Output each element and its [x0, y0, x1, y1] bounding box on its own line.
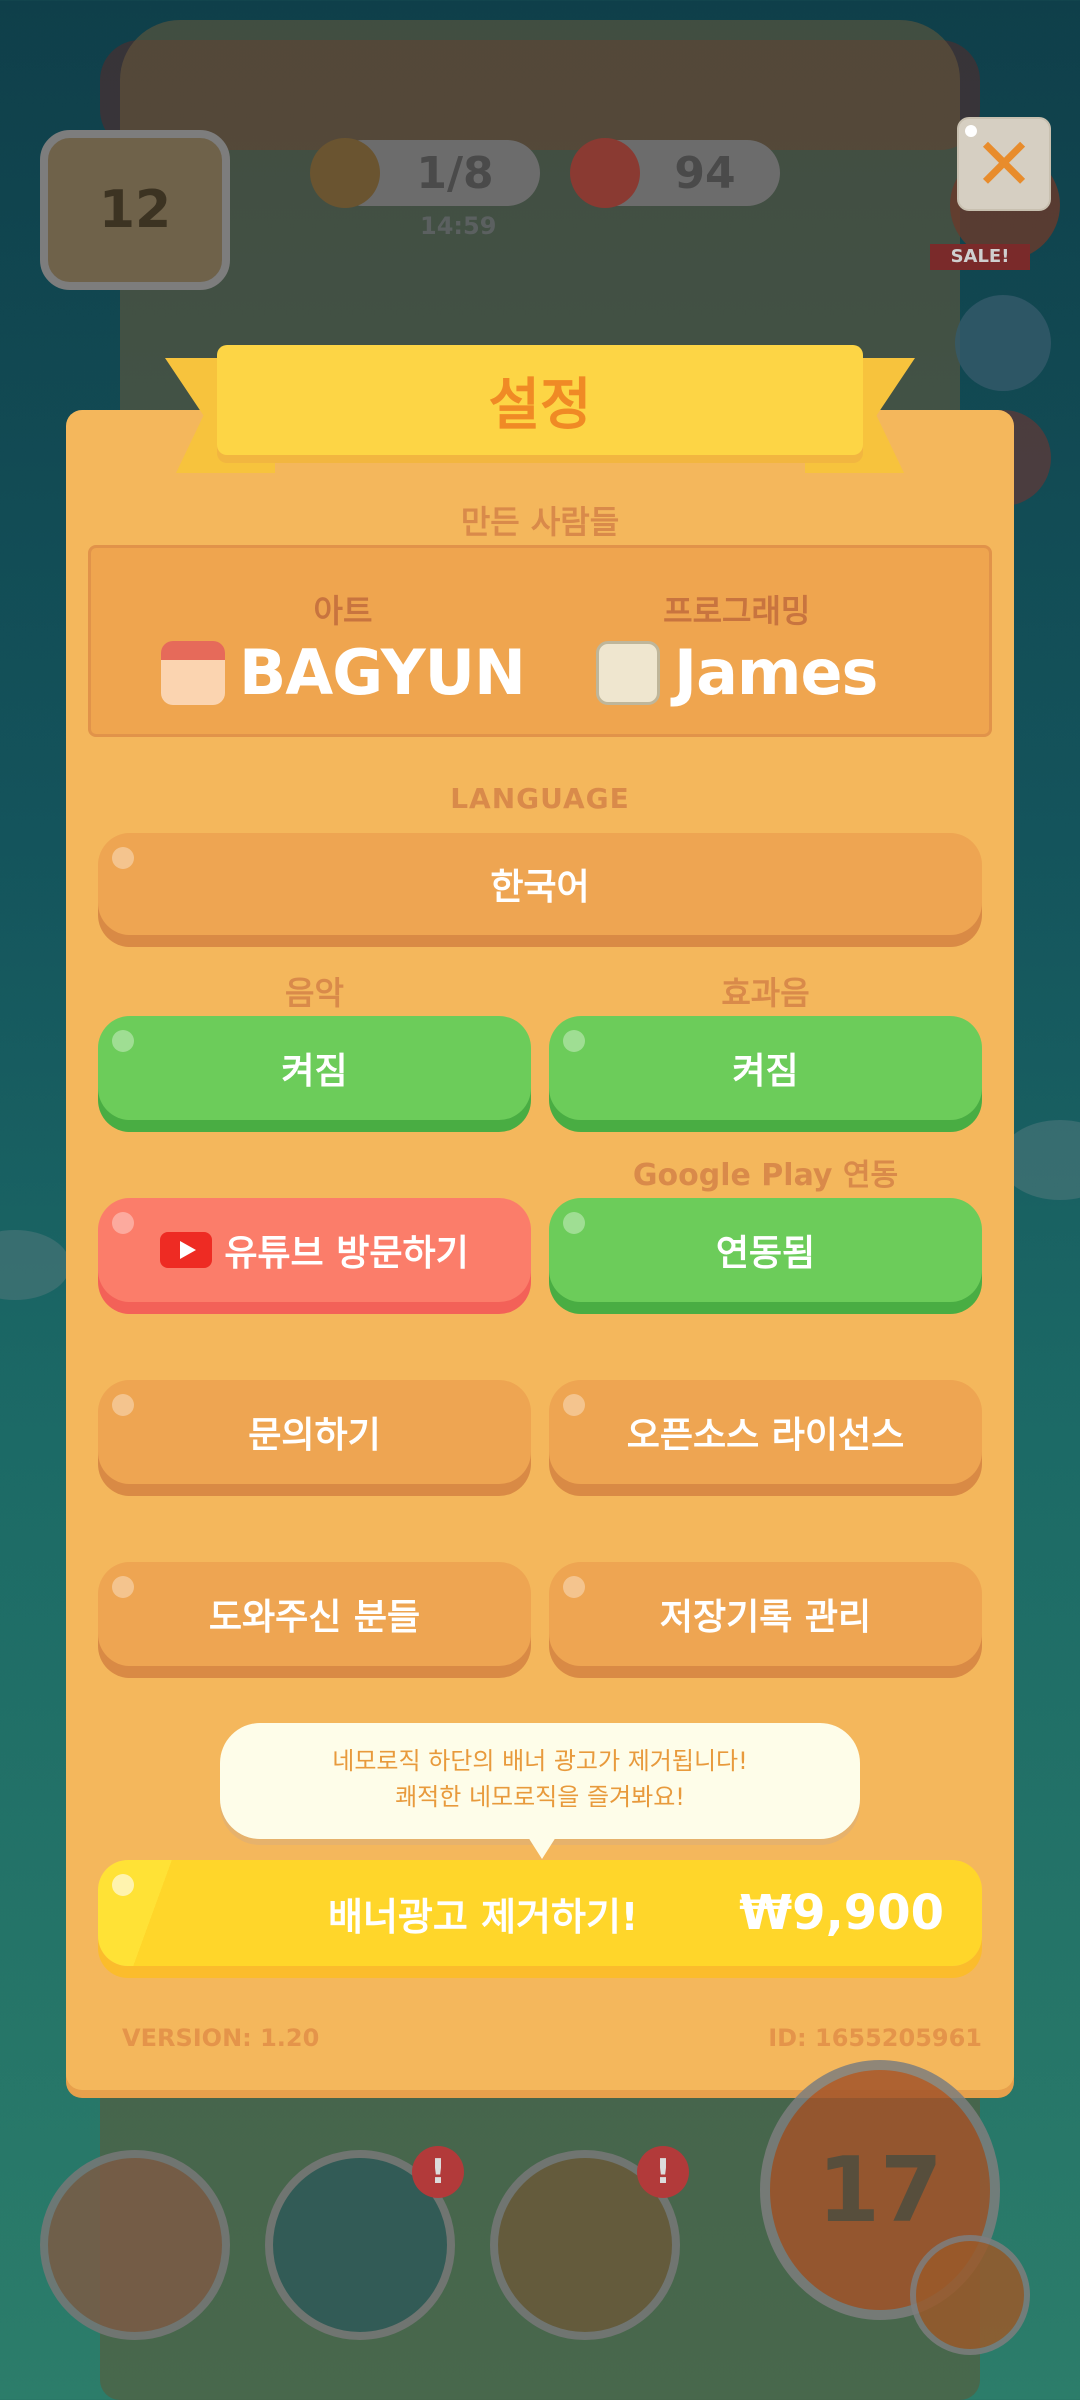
pencil-icon — [310, 138, 380, 208]
cat-icon[interactable] — [910, 2235, 1030, 2355]
credit-role: 프로그래밍 — [663, 592, 811, 630]
ad-removal-tooltip: 네모로직 하단의 배너 광고가 제거됩니다! 쾌적한 네모로직을 즐겨봐요! — [220, 1723, 860, 1859]
license-button-label: 오픈소스 라이선스 — [626, 1415, 905, 1456]
remove-ads-button[interactable]: 배너광고 제거하기! ₩9,900 — [98, 1860, 982, 1966]
house-level-icon[interactable]: 12 — [40, 130, 230, 290]
alert-badge: ! — [637, 2146, 689, 2198]
youtube-button[interactable]: 유튜브 방문하기 — [98, 1198, 531, 1302]
gameboy-avatar-icon — [596, 640, 660, 705]
google-play-button-label: 연동됨 — [715, 1233, 816, 1274]
google-play-heading: Google Play 연동 — [632, 1158, 899, 1193]
alert-badge: ! — [412, 2146, 464, 2198]
dialog-title: 설정 — [217, 345, 863, 455]
youtube-icon — [160, 1232, 213, 1268]
pencil-timer: 14:59 — [420, 212, 497, 240]
bagyun-avatar-icon — [161, 640, 225, 705]
credit-art: 아트 BAGYUN — [161, 586, 526, 709]
language-heading: LANGUAGE — [450, 782, 630, 815]
contact-button-label: 문의하기 — [248, 1415, 381, 1456]
credits-heading: 만든 사람들 — [460, 503, 620, 541]
close-button[interactable]: ✕ — [957, 117, 1051, 211]
sfx-toggle[interactable]: 켜짐 — [549, 1016, 982, 1120]
version-label: VERSION: 1.20 — [122, 2024, 320, 2052]
pencil-counter[interactable]: 1/8 — [310, 138, 540, 208]
credits-box: 아트 BAGYUN 프로그래밍 James — [88, 545, 992, 737]
language-button[interactable]: 한국어 — [98, 833, 982, 935]
can-icon — [570, 138, 640, 208]
sfx-toggle-label: 켜짐 — [732, 1051, 799, 1092]
sale-badge: SALE! — [930, 244, 1030, 270]
credit-role: 아트 — [313, 592, 373, 630]
google-play-button[interactable]: 연동됨 — [549, 1198, 982, 1302]
puzzle-icon[interactable] — [955, 295, 1051, 391]
music-toggle[interactable]: 켜짐 — [98, 1016, 531, 1120]
license-button[interactable]: 오픈소스 라이선스 — [549, 1380, 982, 1484]
music-toggle-label: 켜짐 — [281, 1051, 348, 1092]
youtube-button-label: 유튜브 방문하기 — [224, 1233, 469, 1274]
furniture-icon[interactable] — [40, 2150, 230, 2340]
helpers-button[interactable]: 도와주신 분들 — [98, 1562, 531, 1666]
can-count: 94 — [674, 147, 736, 199]
pencil-count: 1/8 — [416, 147, 494, 199]
close-icon: ✕ — [973, 122, 1035, 206]
tooltip-line: 네모로직 하단의 배너 광고가 제거됩니다! — [332, 1747, 748, 1775]
save-data-button[interactable]: 저장기록 관리 — [549, 1562, 982, 1666]
contact-button[interactable]: 문의하기 — [98, 1380, 531, 1484]
helpers-button-label: 도와주신 분들 — [208, 1597, 421, 1638]
remove-ads-price: ₩9,900 — [739, 1885, 944, 1941]
user-id-label: ID: 1655205961 — [768, 2024, 982, 2052]
credit-name: BAGYUN — [239, 636, 526, 709]
credit-programming: 프로그래밍 James — [596, 586, 878, 709]
sfx-heading: 효과음 — [721, 974, 810, 1012]
save-data-button-label: 저장기록 관리 — [659, 1597, 872, 1638]
music-heading: 음악 — [285, 974, 344, 1012]
tooltip-line: 쾌적한 네모로직을 즐겨봐요! — [395, 1783, 685, 1811]
language-button-label: 한국어 — [490, 867, 590, 908]
house-level-value: 12 — [98, 180, 172, 240]
current-level: 17 — [817, 2137, 943, 2243]
cloud-decoration — [0, 1230, 70, 1300]
can-counter[interactable]: 94 — [570, 138, 780, 208]
credit-name: James — [674, 636, 878, 709]
remove-ads-label: 배너광고 제거하기! — [328, 1894, 639, 1939]
